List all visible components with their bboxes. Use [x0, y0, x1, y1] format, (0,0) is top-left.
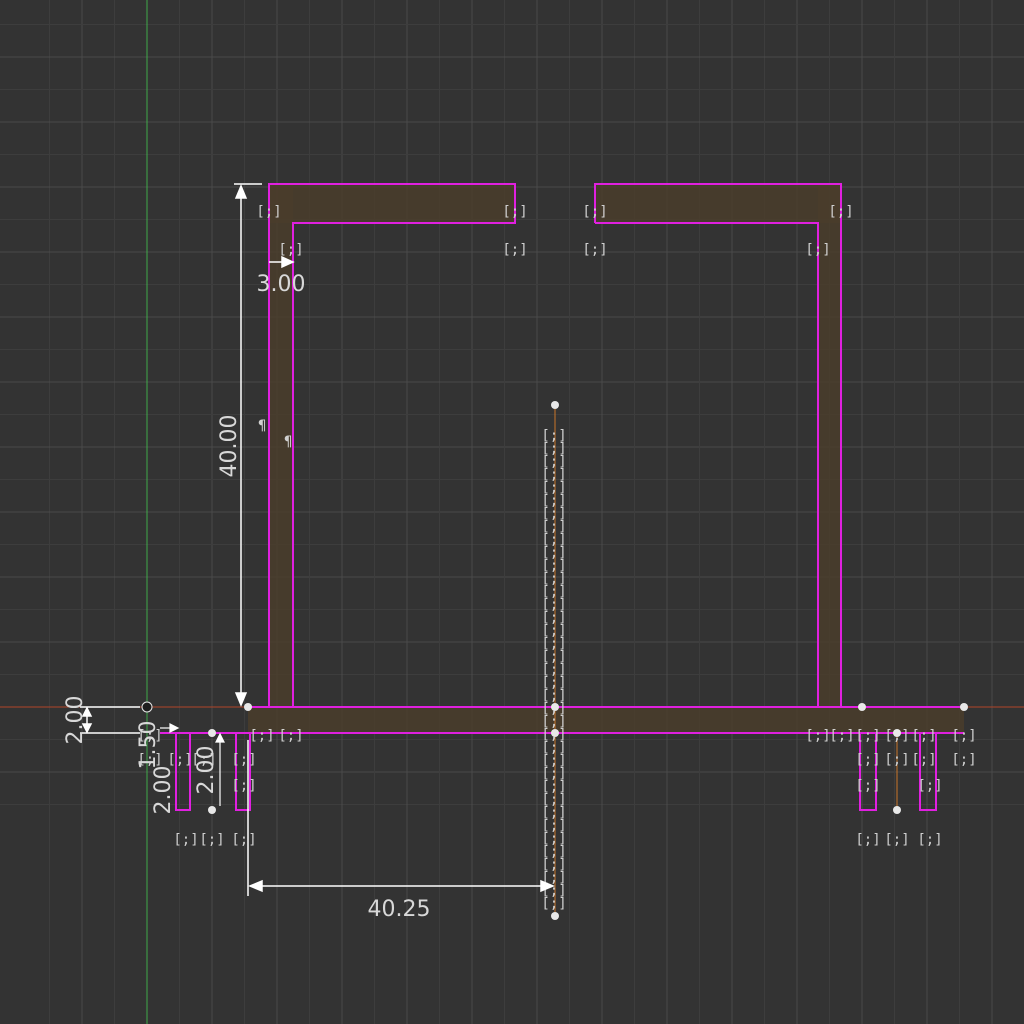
coincident-constraint-icon[interactable]: [;]: [855, 778, 880, 794]
coincident-constraint-icon[interactable]: [;]: [951, 752, 976, 768]
coincident-constraint-icon[interactable]: [;]: [231, 752, 256, 768]
coincident-constraint-icon[interactable]: [;]: [541, 896, 566, 912]
coincident-constraint-icon[interactable]: [;]: [502, 204, 527, 220]
coincident-constraint-icon[interactable]: [;]: [855, 832, 880, 848]
dimension-width-label[interactable]: 40.25: [368, 897, 431, 922]
profile-region[interactable]: [248, 184, 964, 733]
coincident-constraint-icon[interactable]: [;]: [884, 832, 909, 848]
coincident-constraint-icon[interactable]: [;]: [231, 778, 256, 794]
coincident-constraint-icon[interactable]: [;]: [278, 728, 303, 744]
parallel-constraint-icon[interactable]: ¶: [284, 434, 292, 450]
coincident-constraint-icon[interactable]: [;]: [911, 752, 936, 768]
coincident-constraint-icon[interactable]: [;]: [855, 752, 880, 768]
sketch-grid: [0, 0, 1024, 1024]
dimension-offset[interactable]: [80, 706, 140, 734]
origin-point-icon[interactable]: [141, 701, 153, 713]
constraint-stack: [;][;][;][;][;][;][;][;][;][;][;][;][;][…: [541, 428, 566, 912]
coincident-constraint-icon[interactable]: [;]: [829, 728, 854, 744]
dimension-wall-label[interactable]: 3.00: [257, 272, 306, 297]
dimension-small-a-label[interactable]: 2.00: [151, 766, 176, 815]
coincident-constraint-icon[interactable]: [;]: [278, 242, 303, 258]
sketch-point[interactable]: [551, 729, 559, 737]
left-wall-outer-line[interactable]: [268, 183, 516, 707]
coincident-constraint-icon[interactable]: [;]: [199, 832, 224, 848]
sketch-point[interactable]: [893, 729, 901, 737]
coincident-constraint-icon[interactable]: [;]: [828, 204, 853, 220]
dimension-height-label[interactable]: 40.00: [217, 415, 242, 478]
right-wall-outer-line[interactable]: [594, 183, 842, 708]
coincident-constraint-icon[interactable]: [;]: [884, 752, 909, 768]
coincident-constraint-icon[interactable]: [;]: [855, 728, 880, 744]
coincident-constraint-icon[interactable]: [;]: [173, 832, 198, 848]
parallel-constraint-icon[interactable]: ¶: [258, 418, 266, 434]
sketch-point[interactable]: [858, 703, 866, 711]
coincident-constraint-icon[interactable]: [;]: [917, 832, 942, 848]
sketch-canvas[interactable]: [;][;][;][;][;][;][;][;][;][;][;][;][;][…: [0, 0, 1024, 1024]
coincident-constraint-icon[interactable]: [;]: [951, 728, 976, 744]
coincident-constraint-icon[interactable]: [;]: [231, 832, 256, 848]
coincident-constraint-icon[interactable]: [;]: [911, 728, 936, 744]
dimension-offset-label[interactable]: 2.00: [63, 696, 88, 745]
dimension-small-c-label[interactable]: 2.00: [194, 746, 219, 795]
coincident-constraint-icon[interactable]: [;]: [502, 242, 527, 258]
dimension-width[interactable]: [247, 740, 555, 896]
sketch-point[interactable]: [551, 912, 559, 920]
coincident-constraint-icon[interactable]: [;]: [582, 242, 607, 258]
sketch-point[interactable]: [551, 401, 559, 409]
coincident-constraint-icon[interactable]: [;]: [805, 242, 830, 258]
sketch-point[interactable]: [893, 806, 901, 814]
coincident-constraint-icon[interactable]: [;]: [917, 778, 942, 794]
coincident-constraint-icon[interactable]: [;]: [582, 204, 607, 220]
coincident-constraint-icon[interactable]: [;]: [256, 204, 281, 220]
coincident-constraint-icon[interactable]: [;]: [805, 728, 830, 744]
coincident-constraint-icon[interactable]: [;]: [249, 728, 274, 744]
sketch-point[interactable]: [208, 806, 216, 814]
sketch-point[interactable]: [960, 703, 968, 711]
sketch-point[interactable]: [208, 729, 216, 737]
sketch-point[interactable]: [551, 703, 559, 711]
sketch-point[interactable]: [244, 703, 252, 711]
dimension-small-b-label[interactable]: 1.50: [136, 721, 161, 770]
